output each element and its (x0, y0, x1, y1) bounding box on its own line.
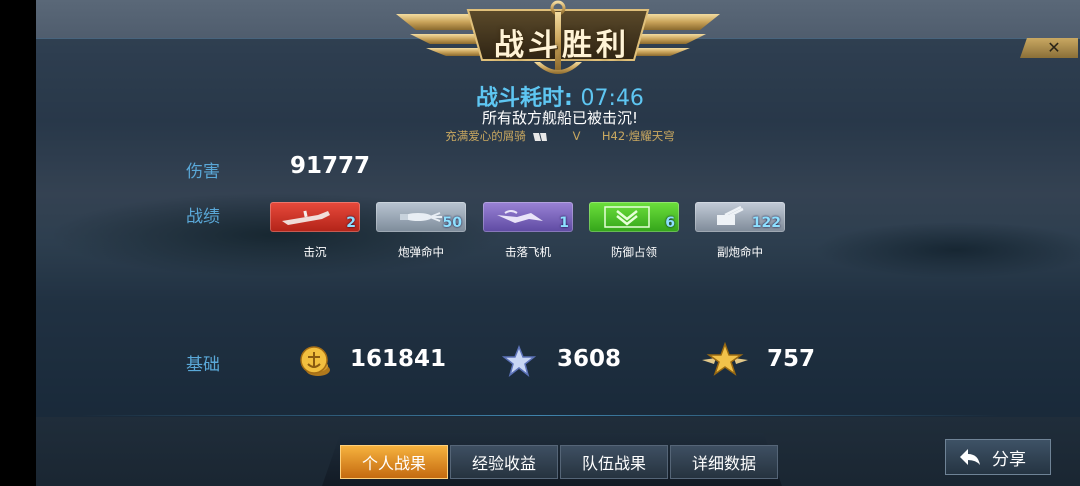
tab-detailed-data[interactable]: 详细数据 (670, 445, 778, 479)
defend-capture-icon (604, 206, 650, 228)
medal-secondary-gun-count: 122 (751, 215, 781, 231)
flag-icon (533, 132, 548, 141)
medal-plane-downed-count: 1 (559, 215, 569, 231)
result-message: 所有敌方舰船已被击沉! (481, 109, 638, 127)
medal-sinking-count: 2 (346, 215, 356, 231)
medal-sinking[interactable]: 2 (270, 202, 360, 232)
player-tag: V (572, 129, 581, 143)
medal-sinking-label: 击沉 (303, 245, 327, 259)
medal-plane-downed[interactable]: 1 (483, 202, 573, 232)
player-info: 充满爱心的屑骑 V H42·煌耀天穹 (360, 128, 760, 144)
player-name: 充满爱心的屑骑 (445, 129, 526, 143)
tab-team-results[interactable]: 队伍战果 (560, 445, 668, 479)
base-label: 基础 (186, 355, 220, 375)
tab-personal-results[interactable]: 个人战果 (340, 445, 448, 479)
share-button[interactable]: 分享 (945, 439, 1051, 475)
blue-star-icon (502, 345, 536, 377)
victory-title: 战斗胜利 (494, 28, 630, 63)
gold-coins-icon (300, 346, 330, 376)
medal-secondary-gun[interactable]: 122 (695, 202, 785, 232)
close-button[interactable]: ✕ (1020, 38, 1078, 58)
panel-divider (80, 415, 1000, 416)
medal-defend-capture-count: 6 (665, 215, 675, 231)
medal-defend-capture[interactable]: 6 (589, 202, 679, 232)
sinking-ship-icon (282, 210, 330, 225)
medal-shell-hit-label: 炮弹命中 (398, 245, 444, 259)
share-label: 分享 (992, 449, 1026, 470)
winged-gold-star-icon (702, 342, 748, 376)
plane-downed-icon (497, 210, 543, 223)
damage-value: 91777 (290, 153, 371, 179)
shell-hit-icon (400, 212, 442, 222)
achievements-label: 战绩 (186, 207, 220, 227)
medal-secondary-gun-label: 副炮命中 (717, 245, 763, 259)
tab-exp-gains[interactable]: 经验收益 (450, 445, 558, 479)
exp-value: 3608 (557, 346, 622, 372)
close-icon[interactable]: ✕ (1047, 40, 1060, 56)
medal-defend-capture-label: 防御占领 (611, 245, 657, 259)
medal-plane-downed-label: 击落飞机 (505, 245, 551, 259)
share-arrow-icon (960, 449, 980, 465)
damage-label: 伤害 (186, 162, 220, 182)
ship-name: H42·煌耀天穹 (601, 129, 675, 143)
coins-value: 161841 (350, 346, 447, 372)
medal-shell-hit[interactable]: 50 (376, 202, 466, 232)
screen-edge (0, 0, 36, 486)
medal-shell-hit-count: 50 (442, 215, 462, 231)
merit-value: 757 (767, 346, 816, 372)
